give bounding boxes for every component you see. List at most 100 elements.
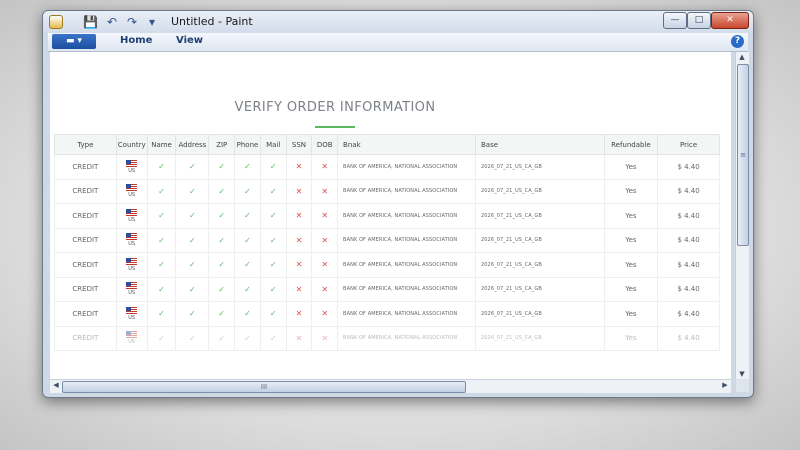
redo-icon[interactable]: ↷: [125, 15, 139, 29]
phone-check-icon: ✓: [244, 333, 251, 343]
tab-home[interactable]: Home: [120, 35, 152, 46]
close-button[interactable]: ✕: [711, 12, 749, 29]
phone-check-icon: ✓: [244, 162, 251, 172]
col-address: Address: [175, 134, 210, 155]
dob-cross-icon: ✕: [321, 186, 329, 196]
cell-base: 2026_07_21_US_CA_GB: [474, 325, 605, 351]
cell-refundable: Yes: [603, 301, 659, 327]
cell-price: $ 4.40: [657, 227, 720, 253]
us-flag-icon: [126, 208, 138, 216]
col-ssn: SSN: [285, 134, 313, 155]
cell-country: US: [128, 192, 136, 199]
cell-country: US: [128, 314, 136, 321]
address-check-icon: ✓: [189, 235, 196, 245]
cell-price: $ 4.40: [657, 325, 720, 351]
cell-refundable: Yes: [603, 276, 659, 302]
paint-app-icon[interactable]: [49, 15, 63, 29]
address-check-icon: ✓: [189, 162, 196, 172]
mail-check-icon: ✓: [269, 235, 277, 245]
cell-type: CREDIT: [54, 178, 117, 204]
cell-refundable: Yes: [603, 325, 659, 351]
address-check-icon: ✓: [189, 260, 196, 270]
ssn-cross-icon: ✕: [295, 162, 303, 172]
col-dob: DOB: [311, 134, 339, 155]
table-row: CREDIT US ✓ ✓ ✓ ✓ ✓ ✕ ✕ BANK OF AMERICA, NATIONAL…: [54, 325, 720, 351]
tab-view[interactable]: View: [176, 35, 203, 46]
save-icon[interactable]: 💾: [83, 15, 98, 29]
cell-base: 2026_07_21_US_CA_GB: [474, 301, 605, 327]
minimize-button[interactable]: —: [663, 12, 687, 29]
cell-country: US: [128, 216, 136, 223]
dob-cross-icon: ✕: [321, 211, 329, 221]
phone-check-icon: ✓: [244, 260, 251, 270]
title-bar[interactable]: 💾 ↶ ↷ ▾ Untitled - Paint — □ ✕: [43, 11, 753, 33]
name-check-icon: ✓: [158, 309, 165, 319]
cell-refundable: Yes: [603, 252, 659, 278]
phone-check-icon: ✓: [244, 235, 251, 245]
name-check-icon: ✓: [158, 211, 165, 221]
scrollbar-corner: [736, 379, 749, 392]
cell-country: US: [128, 265, 136, 272]
cell-base: 2026_07_21_US_CA_GB: [474, 203, 605, 229]
dob-cross-icon: ✕: [321, 235, 329, 245]
phone-check-icon: ✓: [244, 186, 251, 196]
cell-country: US: [128, 167, 136, 174]
vertical-scroll-thumb[interactable]: ≡: [737, 64, 749, 246]
cell-bank: BANK OF AMERICA, NATIONAL ASSOCIATION: [337, 227, 476, 253]
title-underline: [315, 126, 355, 128]
customize-quick-access-icon[interactable]: ▾: [145, 15, 159, 29]
table-row: CREDIT US ✓ ✓ ✓ ✓ ✓ ✕ ✕ BANK OF AMERICA, NATIONAL…: [54, 276, 720, 302]
col-refundable: Refundable: [603, 134, 659, 155]
ssn-cross-icon: ✕: [295, 284, 303, 294]
name-check-icon: ✓: [158, 162, 165, 172]
cell-type: CREDIT: [54, 227, 117, 253]
dob-cross-icon: ✕: [321, 260, 329, 270]
table-row: CREDIT US ✓ ✓ ✓ ✓ ✓ ✕ ✕ BANK OF AMERICA, NATIONAL…: [54, 252, 720, 278]
horizontal-scrollbar[interactable]: ◀ III ▶: [50, 379, 731, 393]
zip-check-icon: ✓: [218, 309, 226, 319]
paint-menu-button[interactable]: ▬ ▾: [52, 34, 96, 49]
table-row: CREDIT US ✓ ✓ ✓ ✓ ✓ ✕ ✕ BANK OF AMERICA, NATIONAL…: [54, 203, 720, 229]
cell-type: CREDIT: [54, 276, 117, 302]
phone-check-icon: ✓: [244, 309, 251, 319]
horizontal-scroll-thumb[interactable]: III: [62, 381, 466, 393]
us-flag-icon: [126, 306, 138, 314]
scroll-down-arrow-icon[interactable]: ▼: [736, 370, 748, 378]
scroll-right-arrow-icon[interactable]: ▶: [719, 381, 731, 389]
mail-check-icon: ✓: [269, 186, 277, 196]
ribbon: ▬ ▾ Home View ?: [48, 33, 748, 52]
us-flag-icon: [126, 184, 138, 192]
address-check-icon: ✓: [189, 211, 196, 221]
cell-bank: BANK OF AMERICA, NATIONAL ASSOCIATION: [337, 276, 476, 302]
cell-refundable: Yes: [603, 154, 659, 180]
cell-price: $ 4.40: [657, 203, 720, 229]
maximize-button[interactable]: □: [687, 12, 711, 29]
us-flag-icon: [126, 282, 138, 290]
zip-check-icon: ✓: [218, 260, 226, 270]
col-name: Name: [146, 134, 177, 155]
undo-icon[interactable]: ↶: [105, 15, 119, 29]
help-icon[interactable]: ?: [731, 35, 744, 48]
phone-check-icon: ✓: [244, 211, 251, 221]
col-type: Type: [54, 134, 117, 155]
cell-country: US: [128, 339, 136, 346]
cell-base: 2026_07_21_US_CA_GB: [474, 252, 605, 278]
mail-check-icon: ✓: [269, 333, 277, 343]
zip-check-icon: ✓: [218, 186, 226, 196]
cell-price: $ 4.40: [657, 154, 720, 180]
vertical-scrollbar[interactable]: ▲ ≡ ▼: [735, 52, 749, 379]
window-title: Untitled - Paint: [171, 15, 253, 28]
dob-cross-icon: ✕: [321, 284, 329, 294]
scroll-left-arrow-icon[interactable]: ◀: [50, 381, 62, 389]
col-mail: Mail: [259, 134, 287, 155]
address-check-icon: ✓: [189, 284, 196, 294]
address-check-icon: ✓: [189, 333, 196, 343]
zip-check-icon: ✓: [218, 284, 226, 294]
canvas[interactable]: VERIFY ORDER INFORMATION Type Country Na…: [50, 52, 731, 379]
cell-bank: BANK OF AMERICA, NATIONAL ASSOCIATION: [337, 154, 476, 180]
cell-price: $ 4.40: [657, 301, 720, 327]
cell-bank: BANK OF AMERICA, NATIONAL ASSOCIATION: [337, 178, 476, 204]
scroll-up-arrow-icon[interactable]: ▲: [736, 53, 748, 61]
zip-check-icon: ✓: [218, 211, 226, 221]
cell-base: 2026_07_21_US_CA_GB: [474, 276, 605, 302]
